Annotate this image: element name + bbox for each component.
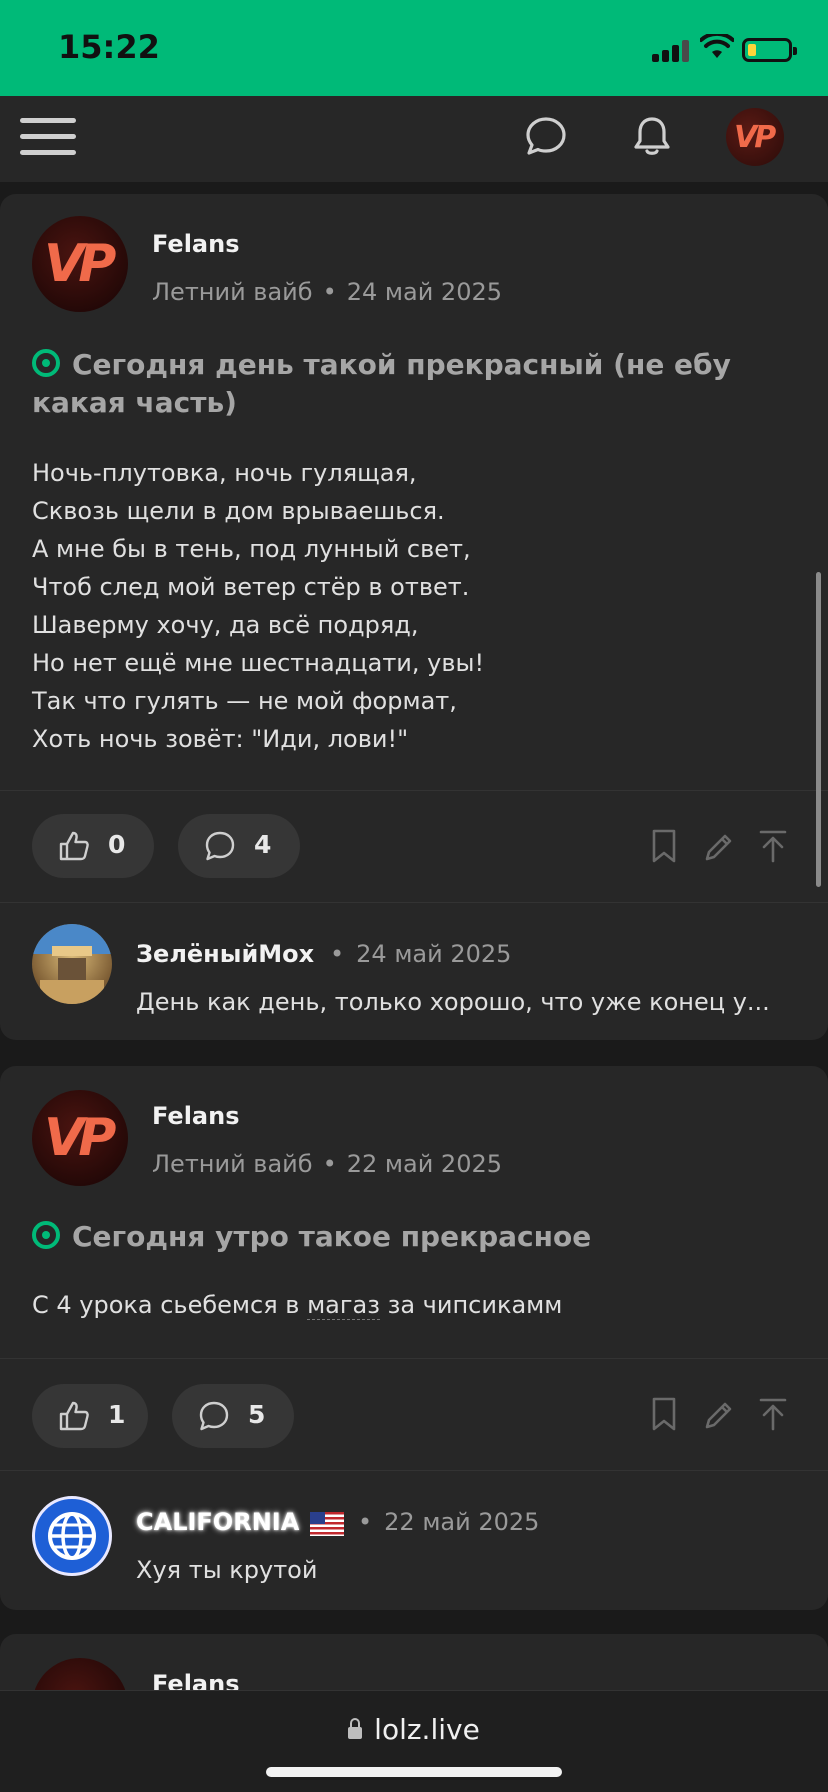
- body-link[interactable]: магаз: [307, 1291, 380, 1320]
- avatar-logo: VP: [44, 234, 116, 294]
- target-icon: [32, 349, 60, 377]
- avatar-logo: VP: [734, 120, 776, 155]
- chat-icon[interactable]: [524, 114, 568, 158]
- body-line: Но нет ещё мне шестнадцати, увы!: [32, 649, 485, 677]
- comment-count: 4: [254, 830, 272, 859]
- comment-text: Хуя ты крутой: [136, 1556, 318, 1584]
- divider: [0, 790, 828, 791]
- scroll-top-icon[interactable]: [757, 1396, 789, 1432]
- body-line: А мне бы в тень, под лунный свет,: [32, 535, 471, 563]
- browser-address-bar[interactable]: lolz.live: [0, 1690, 828, 1792]
- body-line: Ночь-плутовка, ночь гулящая,: [32, 459, 417, 487]
- edit-icon[interactable]: [702, 1396, 734, 1432]
- comment-icon: [205, 831, 235, 861]
- post-card: VP Felans Летний вайб • 22 май 2025 Сегодн…: [0, 1066, 828, 1610]
- post-body: Ночь-плутовка, ночь гулящая, Сквозь щели…: [32, 454, 484, 758]
- latest-comment[interactable]: CALIFORNIA • 22 май 2025 Хуя ты крутой: [0, 1470, 828, 1610]
- like-button[interactable]: 0: [32, 814, 154, 878]
- post-title-text: Сегодня утро такое прекрасное: [72, 1220, 592, 1253]
- user-avatar[interactable]: VP: [726, 108, 784, 166]
- author-avatar[interactable]: VP: [32, 216, 128, 312]
- status-bar: 15:22: [0, 0, 828, 96]
- body-line: Так что гулять — не мой формат,: [32, 687, 457, 715]
- author-name[interactable]: Felans: [152, 230, 240, 258]
- comments-button[interactable]: 5: [172, 1384, 294, 1448]
- comment-text: День как день, только хорошо, что уже ко…: [136, 988, 770, 1016]
- us-flag-icon: [310, 1512, 344, 1536]
- commenter-avatar[interactable]: [32, 924, 112, 1004]
- wifi-icon: [700, 34, 734, 58]
- url-text: lolz.live: [374, 1713, 480, 1746]
- app-header: VP: [0, 96, 828, 182]
- edit-icon[interactable]: [702, 828, 734, 864]
- comment-meta: • 24 май 2025: [330, 940, 511, 968]
- commenter-name[interactable]: ЗелёныйМох: [136, 940, 314, 968]
- cellular-signal-icon: [652, 38, 690, 62]
- post-title[interactable]: Сегодня утро такое прекрасное: [32, 1218, 792, 1256]
- home-indicator[interactable]: [266, 1767, 562, 1777]
- like-count: 1: [108, 1400, 126, 1429]
- user-title: Летний вайб: [152, 1150, 313, 1178]
- avatar-image: [32, 924, 112, 1004]
- body-line: Сквозь щели в дом врываешься.: [32, 497, 445, 525]
- comment-date[interactable]: 22 май 2025: [384, 1508, 539, 1536]
- post-body: С 4 урока сьебемся в магаз за чипсикамм: [32, 1286, 562, 1324]
- body-line: Шаверму хочу, да всё подряд,: [32, 611, 419, 639]
- bookmark-icon[interactable]: [648, 1396, 680, 1432]
- like-count: 0: [108, 830, 126, 859]
- post-meta: Летний вайб • 22 май 2025: [152, 1150, 503, 1178]
- thumbs-up-icon: [59, 1401, 89, 1431]
- status-time: 15:22: [58, 28, 160, 66]
- post-date[interactable]: 22 май 2025: [347, 1150, 502, 1178]
- post-card: VP Felans Летний вайб • 24 май 2025 Сегодн…: [0, 194, 828, 1040]
- body-text: за чипсикамм: [379, 1291, 563, 1319]
- post-date[interactable]: 24 май 2025: [347, 278, 502, 306]
- comment-count: 5: [248, 1400, 266, 1429]
- comment-meta: • 22 май 2025: [358, 1508, 539, 1536]
- bookmark-icon[interactable]: [648, 828, 680, 864]
- author-avatar[interactable]: VP: [32, 1090, 128, 1186]
- body-line: Чтоб след мой ветер стёр в ответ.: [32, 573, 470, 601]
- avatar-logo: VP: [44, 1108, 116, 1168]
- comments-button[interactable]: 4: [178, 814, 300, 878]
- author-name[interactable]: Felans: [152, 1102, 240, 1130]
- globe-icon: [48, 1512, 96, 1560]
- user-title: Летний вайб: [152, 278, 313, 306]
- post-meta: Летний вайб • 24 май 2025: [152, 278, 503, 306]
- commenter-avatar[interactable]: [32, 1496, 112, 1576]
- bell-icon[interactable]: [630, 114, 674, 158]
- battery-icon: [742, 38, 797, 62]
- comment-date[interactable]: 24 май 2025: [356, 940, 511, 968]
- meta-separator: •: [330, 940, 345, 968]
- commenter-name[interactable]: CALIFORNIA: [136, 1508, 299, 1536]
- latest-comment[interactable]: ЗелёныйМох • 24 май 2025 День как день, т…: [0, 902, 828, 1040]
- post-title-text: Сегодня день такой прекрасный (не ебу ка…: [32, 348, 731, 419]
- comment-icon: [199, 1401, 229, 1431]
- url-display[interactable]: lolz.live: [0, 1713, 828, 1746]
- scrollbar[interactable]: [816, 572, 821, 887]
- target-icon: [32, 1221, 60, 1249]
- meta-separator: •: [358, 1508, 373, 1536]
- like-button[interactable]: 1: [32, 1384, 148, 1448]
- divider: [0, 1358, 828, 1359]
- post-title[interactable]: Сегодня день такой прекрасный (не ебу ка…: [32, 346, 792, 422]
- thumbs-up-icon: [59, 831, 89, 861]
- menu-icon[interactable]: [20, 112, 78, 158]
- body-text: С 4 урока сьебемся в: [32, 1291, 308, 1319]
- scroll-top-icon[interactable]: [757, 828, 789, 864]
- lock-icon: [348, 1718, 363, 1739]
- body-line: Хоть ночь зовёт: "Иди, лови!": [32, 725, 409, 753]
